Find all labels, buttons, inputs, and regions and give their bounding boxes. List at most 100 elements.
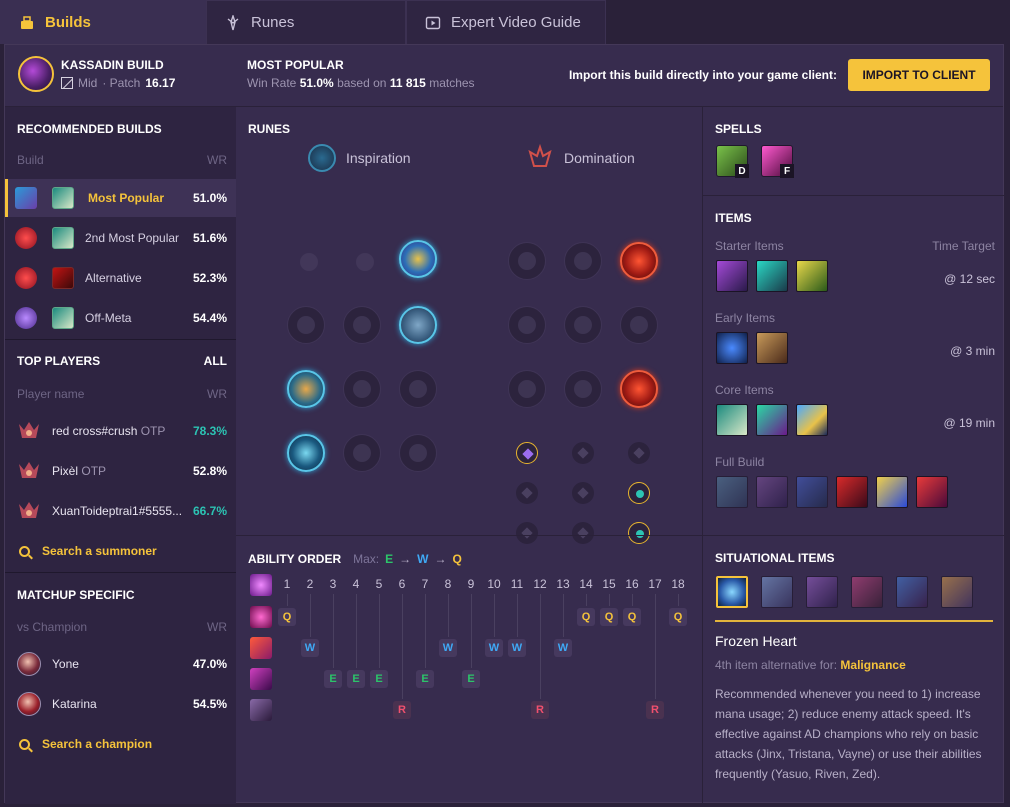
rune-option[interactable] [620, 306, 658, 344]
player-wr: 52.8% [192, 464, 227, 478]
rune-option[interactable] [564, 370, 602, 408]
tab-bar: Builds Runes Expert Video Guide [0, 0, 606, 44]
stat-shard[interactable] [572, 442, 594, 464]
situational-item-icon[interactable] [941, 576, 973, 608]
player-name: XuanToideptrai1#5555... [52, 504, 183, 518]
rune-selected[interactable] [620, 242, 658, 280]
rune-option[interactable] [399, 370, 437, 408]
player-row[interactable]: red cross#crush OTP 78.3% [5, 411, 236, 451]
rune-option[interactable] [508, 306, 546, 344]
search-champion-link[interactable]: Search a champion [19, 737, 152, 751]
search-icon [19, 738, 30, 750]
potion-item-icon[interactable] [756, 260, 788, 292]
rune-option[interactable] [564, 306, 602, 344]
player-row[interactable]: Pixèl OTP 52.8% [5, 451, 236, 491]
right-column: SPELLS D F ITEMS Starter Items Time Targ… [702, 107, 1006, 804]
skill-level-up-e: E [324, 670, 342, 688]
rune-option[interactable] [291, 244, 321, 274]
full-build-item-icon[interactable] [876, 476, 908, 508]
search-champion-label: Search a champion [42, 737, 153, 751]
ward-item-icon[interactable] [796, 260, 828, 292]
rune-option[interactable] [343, 434, 381, 472]
build-option-most-popular[interactable]: Most Popular 51.0% [5, 179, 236, 217]
boots-item-icon[interactable] [756, 332, 788, 364]
rune-option[interactable] [343, 306, 381, 344]
situational-item-icon[interactable] [851, 576, 883, 608]
rune-selected[interactable] [287, 370, 325, 408]
left-sidebar: RECOMMENDED BUILDS Build WR Most Popular… [5, 107, 236, 804]
situational-item-icon[interactable] [896, 576, 928, 608]
stat-shard-selected[interactable] [628, 482, 650, 504]
rune-option[interactable] [564, 242, 602, 280]
full-build-item-icon[interactable] [836, 476, 868, 508]
rune-option[interactable] [347, 244, 377, 274]
skill-level-up-w: W [301, 639, 319, 657]
tab-runes[interactable]: Runes [206, 0, 406, 44]
full-build-item-icon[interactable] [756, 476, 788, 508]
alternative-item-link[interactable]: Malignance [840, 658, 905, 672]
player-row[interactable]: XuanToideptrai1#5555... 66.7% [5, 491, 236, 531]
passive-skill-icon [250, 574, 272, 596]
rune-selected[interactable] [399, 306, 437, 344]
rune-selected[interactable] [620, 370, 658, 408]
starter-item-icon[interactable] [716, 260, 748, 292]
matchup-row[interactable]: Katarina 54.5% [5, 684, 236, 724]
build-option-label: Alternative [85, 271, 142, 285]
core-item-icon[interactable] [796, 404, 828, 436]
situational-item-icon[interactable] [806, 576, 838, 608]
top-players-all-link[interactable]: ALL [204, 354, 227, 368]
full-build-item-icon[interactable] [796, 476, 828, 508]
rune-option[interactable] [343, 370, 381, 408]
core-item-icon[interactable] [716, 404, 748, 436]
core-time: @ 19 min [943, 416, 995, 430]
matchup-row[interactable]: Yone 47.0% [5, 644, 236, 684]
build-option-2nd-most-popular[interactable]: 2nd Most Popular 51.6% [5, 219, 236, 257]
level-number: 7 [421, 577, 429, 591]
build-subtitle: Mid · Patch 16.17 [61, 76, 175, 90]
level-guide-line [563, 594, 564, 637]
secondary-tree-title: Domination [526, 144, 635, 172]
build-option-alternative[interactable]: Alternative 52.3% [5, 259, 236, 297]
tab-label: Builds [45, 14, 91, 31]
level-number: 4 [352, 577, 360, 591]
level-number: 5 [375, 577, 383, 591]
level-number: 6 [398, 577, 406, 591]
core-items-label: Core Items [715, 383, 774, 397]
win-rate-summary: Win Rate 51.0% based on 11 815 matches [247, 76, 475, 90]
matchup-wr-header: WR [207, 620, 227, 634]
rune-option[interactable] [508, 370, 546, 408]
situational-item-icon[interactable] [761, 576, 793, 608]
section-divider [5, 572, 236, 573]
skill-level-up-r: R [393, 701, 411, 719]
search-summoner-link[interactable]: Search a summoner [19, 544, 157, 558]
frozen-heart-item-icon[interactable] [716, 576, 748, 608]
skill-level-up-e: E [416, 670, 434, 688]
vs-champion-header: vs Champion [17, 620, 88, 634]
build-panel: KASSADIN BUILD Mid · Patch 16.17 MOST PO… [4, 44, 1006, 804]
level-number: 16 [625, 577, 639, 591]
tab-video-guide[interactable]: Expert Video Guide [406, 0, 606, 44]
full-build-item-icon[interactable] [916, 476, 948, 508]
stat-shard[interactable] [628, 442, 650, 464]
rune-selected[interactable] [287, 434, 325, 472]
level-guide-line [402, 594, 403, 699]
rune-option[interactable] [508, 242, 546, 280]
rune-option[interactable] [399, 434, 437, 472]
early-item-icon[interactable] [716, 332, 748, 364]
wr-column-header: WR [207, 153, 227, 167]
core-item-icon[interactable] [756, 404, 788, 436]
tab-builds[interactable]: Builds [0, 0, 206, 44]
rune-option[interactable] [287, 306, 325, 344]
kassadin-avatar [18, 56, 54, 92]
stat-shard[interactable] [572, 482, 594, 504]
import-to-client-button[interactable]: IMPORT TO CLIENT [848, 59, 990, 91]
rune-first-strike[interactable] [399, 240, 437, 278]
stat-shard-selected[interactable] [516, 442, 538, 464]
tab-label: Expert Video Guide [451, 14, 581, 31]
level-number: 11 [510, 577, 524, 591]
item-icon [52, 187, 74, 209]
build-option-off-meta[interactable]: Off-Meta 54.4% [5, 299, 236, 337]
full-build-item-icon[interactable] [716, 476, 748, 508]
stat-shard[interactable] [516, 482, 538, 504]
skill-level-up-q: Q [577, 608, 595, 626]
